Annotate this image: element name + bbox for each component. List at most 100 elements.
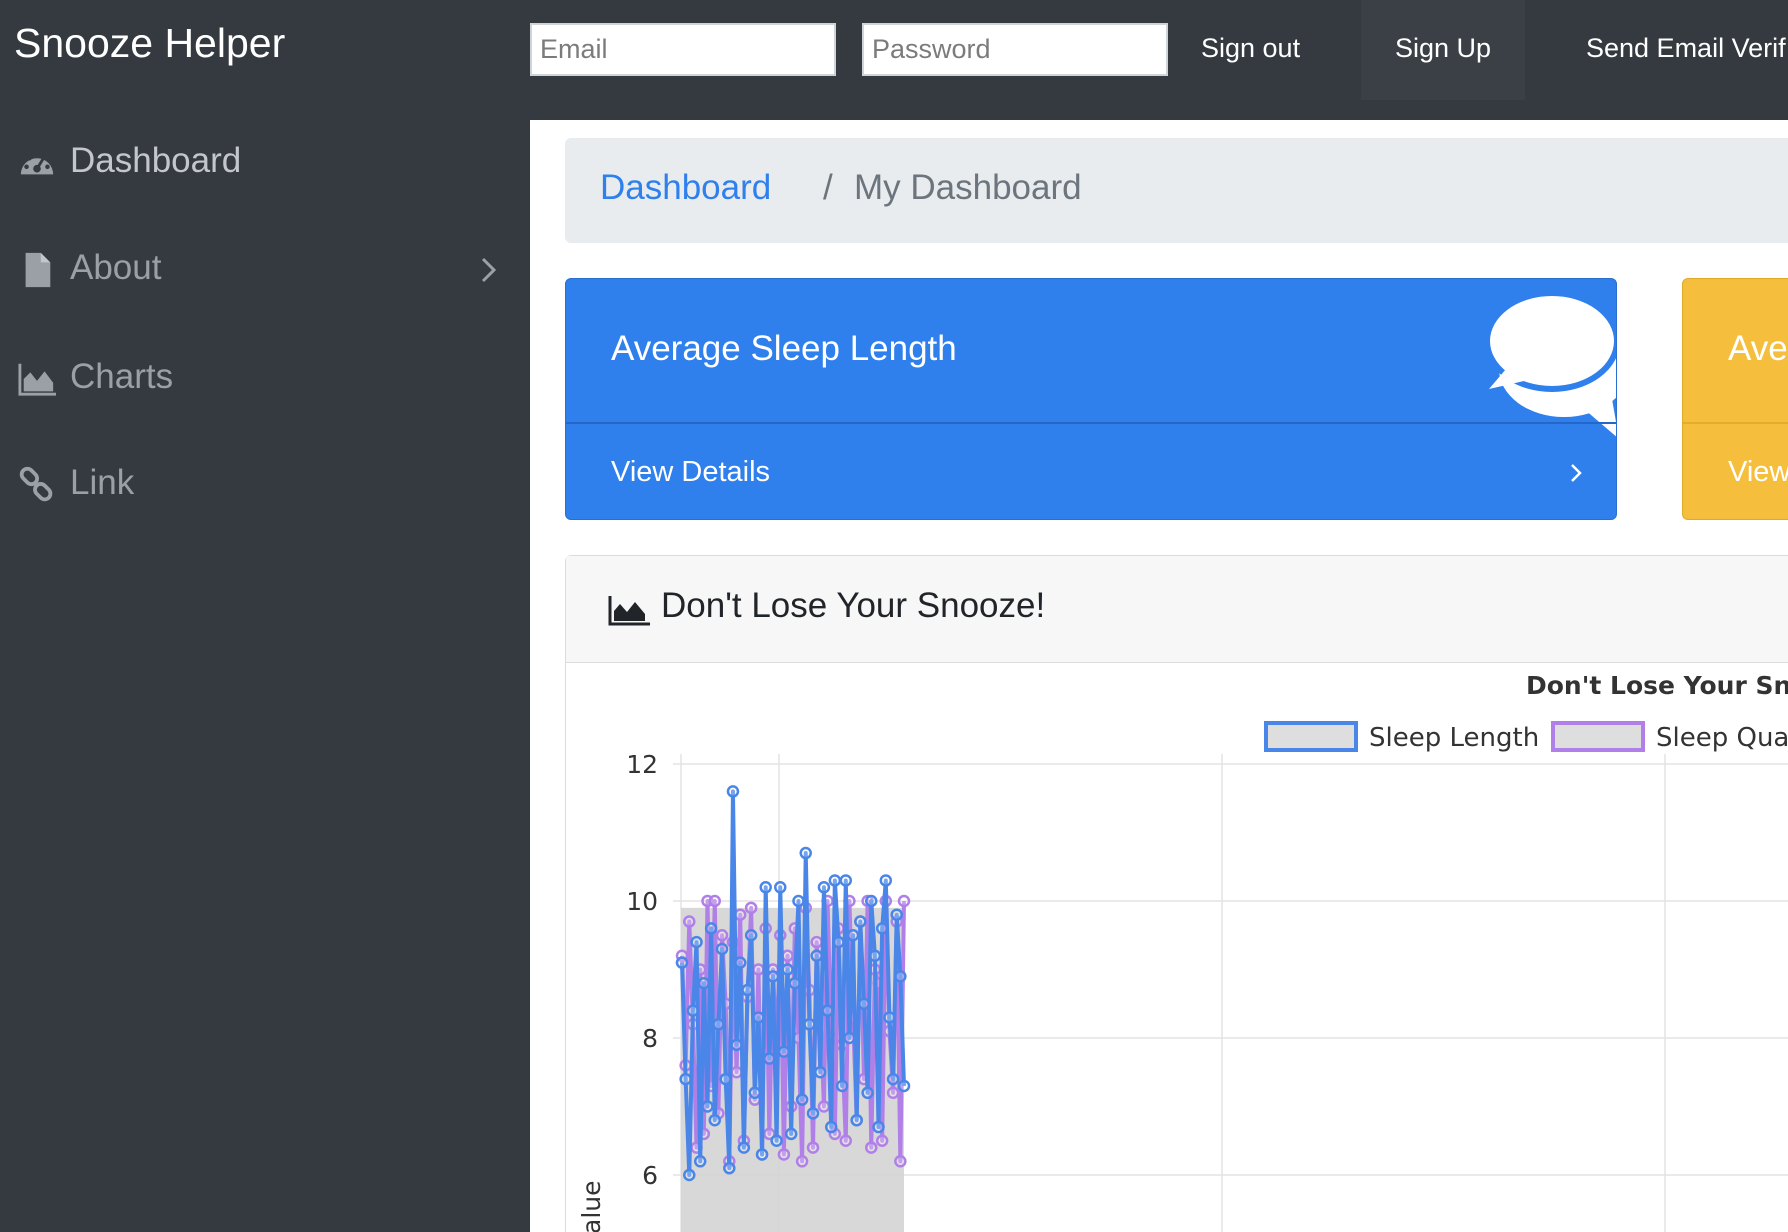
data-point bbox=[850, 1113, 863, 1127]
data-point bbox=[715, 942, 729, 956]
data-point bbox=[712, 1018, 725, 1031]
sidebar-item-label: Dashboard bbox=[70, 141, 242, 180]
file-icon bbox=[25, 252, 51, 288]
brand-title[interactable]: Snooze Helper bbox=[14, 20, 285, 67]
sidebar-item-label: About bbox=[70, 248, 162, 287]
chart-card-title: Don't Lose Your Snooze! bbox=[661, 586, 1046, 625]
data-point bbox=[890, 908, 903, 921]
data-point bbox=[832, 935, 845, 949]
data-point bbox=[806, 1107, 820, 1120]
data-point bbox=[683, 1168, 696, 1182]
data-point bbox=[810, 935, 823, 949]
email-input[interactable] bbox=[530, 23, 836, 76]
data-point bbox=[843, 1031, 856, 1045]
data-point bbox=[759, 881, 772, 894]
y-tick-label: 8 bbox=[642, 1024, 658, 1053]
data-point bbox=[897, 1079, 911, 1093]
data-point bbox=[795, 1093, 809, 1106]
data-point bbox=[693, 1155, 707, 1168]
data-point bbox=[774, 881, 787, 894]
tachometer-icon bbox=[20, 152, 54, 175]
view-details-link[interactable]: View Details bbox=[611, 456, 770, 489]
data-point bbox=[795, 1155, 809, 1168]
data-point bbox=[846, 929, 860, 942]
data-point bbox=[737, 1141, 751, 1154]
data-point bbox=[897, 894, 911, 908]
data-point bbox=[752, 963, 765, 976]
data-point bbox=[744, 901, 758, 915]
data-point bbox=[686, 1004, 700, 1017]
data-point bbox=[777, 1045, 791, 1058]
data-point bbox=[861, 1086, 874, 1100]
data-point bbox=[886, 1086, 900, 1100]
chart-card: Don't Lose Your Snooze! Don't Lose Your … bbox=[565, 555, 1788, 1232]
breadcrumb: Dashboard / My Dashboard bbox=[565, 138, 1788, 243]
data-point bbox=[788, 976, 802, 990]
card-footer[interactable]: View Details bbox=[566, 422, 1616, 519]
data-point bbox=[683, 915, 696, 928]
data-point bbox=[748, 1086, 762, 1100]
sidebar-item-label: Link bbox=[70, 463, 135, 502]
data-point bbox=[690, 935, 703, 949]
data-point bbox=[777, 1148, 791, 1161]
data-point bbox=[806, 1141, 820, 1154]
data-point bbox=[697, 976, 711, 990]
sign-out-button[interactable]: Sign out bbox=[1167, 0, 1334, 100]
chevron-right-icon bbox=[481, 257, 497, 283]
breadcrumb-separator: / bbox=[823, 168, 833, 207]
average-card-2: Ave View bbox=[1682, 278, 1788, 520]
data-point bbox=[723, 1161, 736, 1175]
data-point bbox=[715, 929, 729, 942]
data-point bbox=[879, 874, 893, 887]
password-input[interactable] bbox=[862, 23, 1168, 76]
sidebar-item-label: Charts bbox=[70, 357, 174, 396]
view-details-link[interactable]: View bbox=[1728, 456, 1788, 489]
sleep-chart[interactable]: Don't Lose Your Snooz 12 10 8 6 alue Sleep Len… bbox=[566, 664, 1788, 1232]
data-point bbox=[864, 1141, 878, 1154]
sidebar-item-link[interactable]: Link bbox=[0, 450, 530, 520]
data-point bbox=[883, 1011, 896, 1024]
card-footer[interactable]: View bbox=[1683, 422, 1788, 519]
data-point bbox=[704, 922, 718, 935]
sidebar: Dashboard About Charts Link bbox=[0, 100, 530, 1232]
data-point bbox=[730, 1038, 743, 1052]
data-point bbox=[781, 949, 794, 963]
data-point bbox=[810, 949, 823, 963]
data-point bbox=[894, 970, 907, 983]
data-point bbox=[868, 949, 882, 963]
breadcrumb-dashboard-link[interactable]: Dashboard bbox=[600, 168, 771, 208]
data-point bbox=[828, 874, 842, 887]
data-point bbox=[875, 922, 889, 935]
data-point bbox=[894, 1155, 907, 1168]
y-tick-label: 6 bbox=[642, 1161, 658, 1190]
data-point bbox=[701, 1100, 714, 1113]
data-point bbox=[752, 1011, 765, 1024]
data-point bbox=[755, 1148, 769, 1161]
area-chart-icon bbox=[608, 596, 650, 626]
legend-swatch bbox=[1264, 721, 1358, 752]
card-title: Average Sleep Length bbox=[611, 329, 957, 368]
top-navbar: Snooze Helper Sign out Sign Up Send Emai… bbox=[0, 0, 1788, 100]
legend-label: Sleep Quality bbox=[1656, 723, 1788, 753]
chevron-right-icon bbox=[1571, 464, 1582, 482]
send-email-verification-button[interactable]: Send Email Verif bbox=[1552, 0, 1788, 100]
sign-up-button[interactable]: Sign Up bbox=[1361, 0, 1526, 100]
data-point bbox=[741, 983, 754, 997]
data-point bbox=[675, 956, 689, 969]
link-icon bbox=[19, 466, 53, 502]
average-sleep-length-card: Average Sleep Length View Details bbox=[565, 278, 1617, 520]
y-tick-label: 10 bbox=[626, 887, 658, 916]
sidebar-item-dashboard[interactable]: Dashboard bbox=[0, 128, 530, 198]
sidebar-item-about[interactable]: About bbox=[0, 235, 530, 305]
data-point bbox=[744, 929, 758, 942]
data-point bbox=[835, 1079, 849, 1093]
data-point bbox=[719, 1072, 732, 1086]
legend-swatch bbox=[1551, 721, 1645, 752]
y-axis-label: alue bbox=[577, 1181, 606, 1232]
data-point bbox=[875, 1134, 889, 1147]
breadcrumb-current: My Dashboard bbox=[854, 168, 1082, 207]
data-point bbox=[726, 785, 740, 798]
data-point bbox=[766, 970, 780, 983]
data-point bbox=[733, 956, 747, 969]
sidebar-item-charts[interactable]: Charts bbox=[0, 344, 530, 414]
